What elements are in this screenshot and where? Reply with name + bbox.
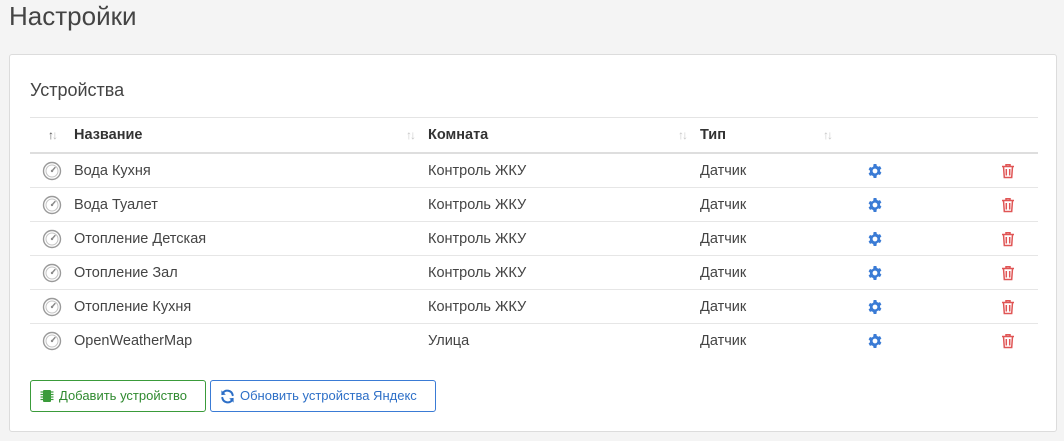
gear-icon[interactable] [867,299,883,315]
device-room: Улица [428,332,470,349]
gear-icon[interactable] [867,265,883,281]
devices-card: Устройства ↑↓ Название ↑↓ Комната ↑↓ Тип… [9,54,1057,432]
gauge-icon [42,331,62,351]
row-icon-cell [30,324,74,358]
sort-arrows-icon: ↑↓ [406,128,416,142]
trash-icon[interactable] [1000,231,1016,247]
column-header-label: Тип [700,127,726,143]
settings-cell [845,187,945,222]
table-row: OpenWeatherMap Улица Датчик [30,324,1038,358]
settings-cell [845,289,945,324]
delete-cell [945,187,1038,222]
table-row: Вода Кухня Контроль ЖКУ Датчик [30,153,1038,188]
column-header-type[interactable]: Тип ↑↓ [700,117,845,154]
settings-cell [845,255,945,290]
table-row: Отопление Детская Контроль ЖКУ Датчик [30,221,1038,256]
settings-cell [845,324,945,358]
row-icon-cell [30,289,74,324]
sort-header-icon-column[interactable]: ↑↓ [30,117,74,154]
column-header-name[interactable]: Название ↑↓ [74,117,428,154]
sort-arrows-icon: ↑↓ [48,128,58,142]
device-room: Контроль ЖКУ [428,289,700,324]
device-type: Датчик [700,289,845,324]
chip-icon [40,390,54,402]
row-icon-cell [30,187,74,222]
delete-cell [945,289,1038,324]
settings-cell [845,221,945,256]
device-room: Контроль ЖКУ [428,153,700,188]
gauge-icon [42,195,62,215]
device-type: Датчик [700,221,845,256]
sort-arrows-icon: ↑↓ [678,128,688,142]
page-title: Настройки [9,1,137,31]
row-icon-cell [30,255,74,290]
refresh-yandex-devices-button[interactable]: Обновить устройства Яндекс [210,380,436,412]
gear-icon[interactable] [867,333,883,349]
delete-cell [945,324,1038,358]
delete-cell [945,221,1038,256]
device-name: OpenWeatherMap [74,332,193,349]
table-row: Отопление Кухня Контроль ЖКУ Датчик [30,289,1038,324]
device-type: Датчик [700,153,845,188]
sort-arrows-icon: ↑↓ [823,128,833,142]
device-room: Контроль ЖКУ [428,221,700,256]
device-name: Вода Кухня [74,153,428,188]
trash-icon[interactable] [1000,265,1016,281]
device-room: Контроль ЖКУ [428,187,700,222]
device-name: Отопление Зал [74,255,428,290]
device-type: Датчик [700,255,845,290]
column-header-room[interactable]: Комната ↑↓ [428,117,700,154]
gauge-icon [42,297,62,317]
gear-icon[interactable] [867,197,883,213]
table-header-row: ↑↓ Название ↑↓ Комната ↑↓ Тип ↑↓ [30,117,1038,154]
devices-table: ↑↓ Название ↑↓ Комната ↑↓ Тип ↑↓ Вода Ку… [30,117,1038,357]
trash-icon[interactable] [1000,163,1016,179]
delete-cell [945,153,1038,188]
device-type: Датчик [700,187,845,222]
device-room: Контроль ЖКУ [428,255,700,290]
gear-icon[interactable] [867,231,883,247]
gear-icon[interactable] [867,163,883,179]
table-row: Вода Туалет Контроль ЖКУ Датчик [30,187,1038,222]
trash-icon[interactable] [1000,197,1016,213]
settings-cell [845,153,945,188]
gauge-icon [42,229,62,249]
column-header-settings [845,117,945,154]
column-header-label: Комната [428,127,489,143]
column-header-label: Название [74,127,143,143]
table-row: Отопление Зал Контроль ЖКУ Датчик [30,255,1038,290]
delete-cell [945,255,1038,290]
gauge-icon [42,263,62,283]
trash-icon[interactable] [1000,333,1016,349]
refresh-icon [221,389,234,403]
trash-icon[interactable] [1000,299,1016,315]
row-icon-cell [30,221,74,256]
device-name: Отопление Кухня [74,289,428,324]
device-name: Отопление Детская [74,221,428,256]
device-type: Датчик [700,332,747,349]
column-header-delete [945,117,1038,154]
row-icon-cell [30,153,74,188]
card-title: Устройства [30,80,125,100]
gauge-icon [42,161,62,181]
device-name: Вода Туалет [74,187,428,222]
refresh-yandex-devices-label: Обновить устройства Яндекс [240,388,417,403]
add-device-button[interactable]: Добавить устройство [30,380,206,412]
add-device-label: Добавить устройство [59,388,188,403]
